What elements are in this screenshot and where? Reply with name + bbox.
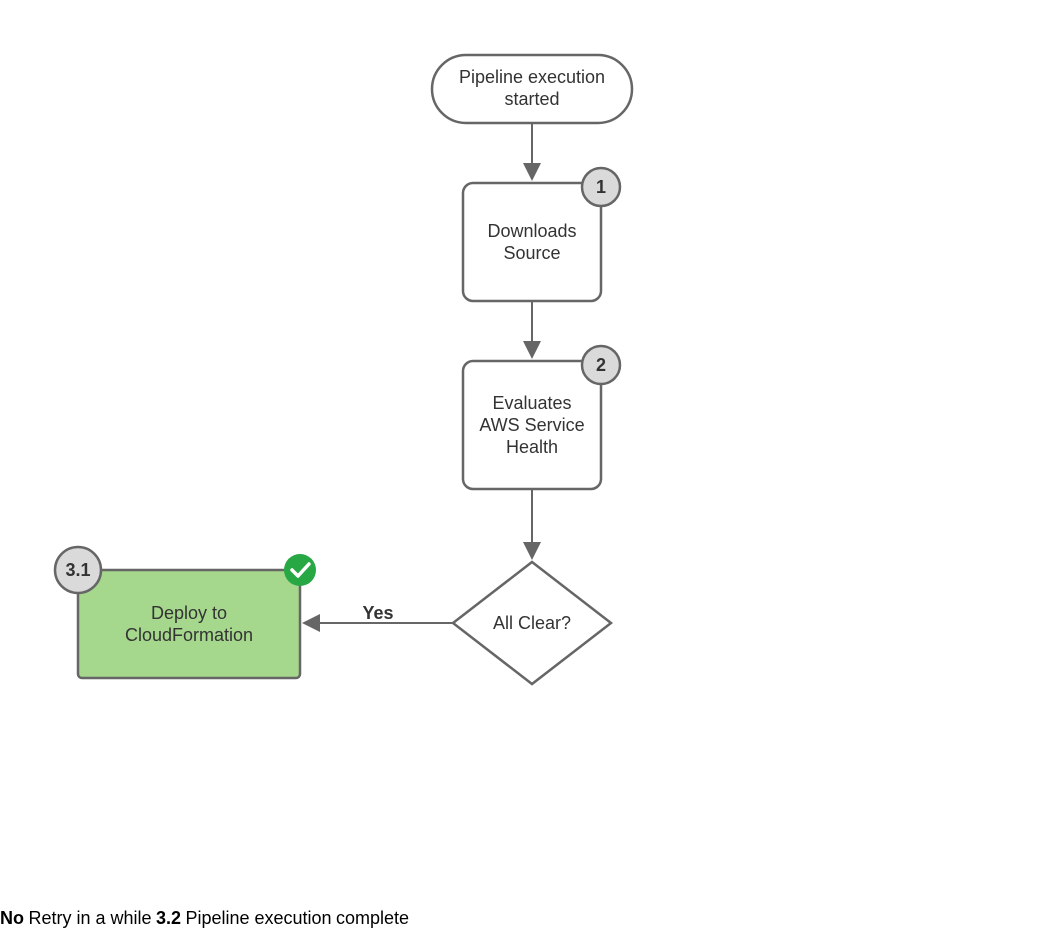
node-step2-line1: Evaluates [492,393,571,413]
node-deploy: Deploy to CloudFormation 3.1 [55,547,316,678]
node-step2: Evaluates AWS Service Health 2 [463,346,620,489]
node-end: Pipeline execution complete [185,911,409,928]
node-start-line2: started [504,89,559,109]
edge-label-yes: Yes [362,603,393,623]
node-start: Pipeline execution started [432,55,632,123]
node-deploy-badge: 3.1 [65,560,90,580]
node-retry-badge: 3.2 [156,908,181,928]
node-retry: Retry in a while 3.2 [28,911,185,928]
node-deploy-line1: Deploy to [151,603,227,623]
node-step2-badge: 2 [596,355,606,375]
node-decision: All Clear? [453,562,611,684]
flowchart-canvas: Pipeline execution started Downloads Sou… [0,0,1058,895]
node-step1-line2: Source [503,243,560,263]
edge-label-no: No [0,908,24,928]
node-step1-badge: 1 [596,177,606,197]
node-end-line1: Pipeline execution [185,908,331,928]
node-step1: Downloads Source 1 [463,168,620,301]
node-start-line1: Pipeline execution [459,67,605,87]
node-step2-line2: AWS Service [479,415,584,435]
check-icon [284,554,316,586]
node-step1-line1: Downloads [487,221,576,241]
edge-retry-to-step2: Pipeline execution complete const data =… [185,911,409,928]
node-decision-label: All Clear? [493,613,571,633]
node-end-line2: complete [336,908,409,928]
edge-decision-no-line: No Retry in a while 3.2 Pipeline executi… [0,911,409,928]
edge-deploy-to-end: Pipeline execution complete const data =… [185,911,409,928]
node-deploy-line2: CloudFormation [125,625,253,645]
node-step2-line3: Health [506,437,558,457]
node-retry-label: Retry in a while [28,908,151,928]
